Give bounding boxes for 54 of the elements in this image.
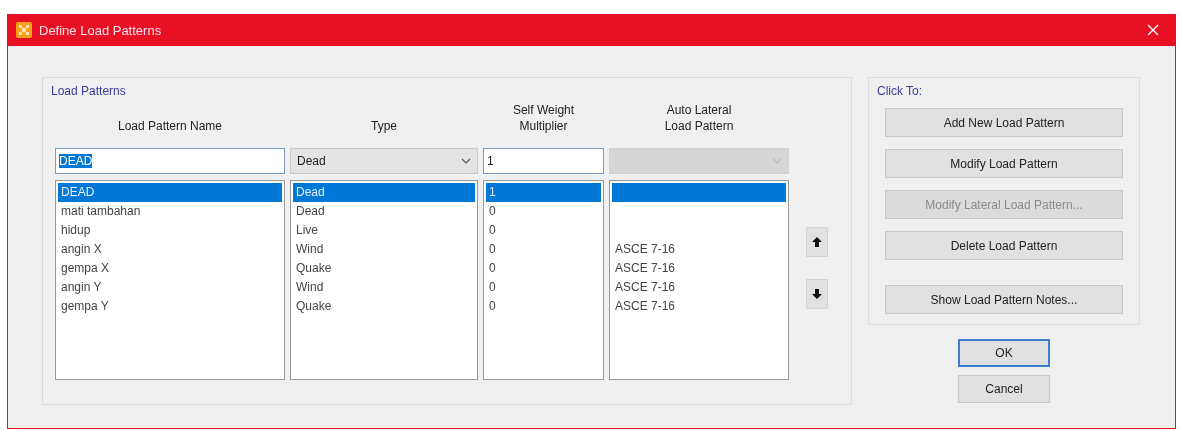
move-down-button[interactable] xyxy=(806,279,828,309)
multiplier-field[interactable]: 1 xyxy=(483,148,604,174)
ok-button[interactable]: OK xyxy=(958,339,1050,367)
name-field[interactable]: DEAD xyxy=(55,148,285,174)
action-button[interactable]: Add New Load Pattern xyxy=(885,108,1123,137)
group-title: Load Patterns xyxy=(50,83,127,98)
list-item[interactable]: Quake xyxy=(293,259,475,278)
close-icon xyxy=(1147,24,1159,36)
list-item[interactable]: 0 xyxy=(486,259,601,278)
multiplier-list[interactable]: 1 0 0 0 0 0 0 xyxy=(483,180,604,380)
list-item[interactable]: DEAD xyxy=(58,183,282,202)
action-button[interactable]: Delete Load Pattern xyxy=(885,231,1123,260)
chevron-down-icon xyxy=(772,158,782,164)
list-item[interactable]: ASCE 7-16 xyxy=(612,278,786,297)
cancel-button[interactable]: Cancel xyxy=(958,375,1050,403)
list-item[interactable]: 0 xyxy=(486,297,601,316)
list-item[interactable]: gempa Y xyxy=(58,297,282,316)
column-header: Auto Lateral Load Pattern xyxy=(663,102,735,134)
move-up-button[interactable] xyxy=(806,227,828,257)
list-item[interactable]: Dead xyxy=(293,183,475,202)
column-header: Load Pattern Name xyxy=(117,118,223,134)
list-item[interactable]: hidup xyxy=(58,221,282,240)
column-header: Type xyxy=(371,118,397,134)
action-button[interactable]: Modify Load Pattern xyxy=(885,149,1123,178)
type-list[interactable]: Dead Dead Live Wind Quake Wind Quake xyxy=(290,180,478,380)
window-title: Define Load Patterns xyxy=(39,22,162,38)
list-item[interactable]: mati tambahan xyxy=(58,202,282,221)
list-item[interactable]: Wind xyxy=(293,240,475,259)
list-item[interactable]: angin X xyxy=(58,240,282,259)
name-list[interactable]: DEAD mati tambahan hidup angin X gempa X angin Y gempa Y xyxy=(55,180,285,380)
group-title: Click To: xyxy=(876,83,924,98)
list-item[interactable]: 0 xyxy=(486,240,601,259)
arrow-down-icon xyxy=(812,289,822,299)
list-item[interactable]: 1 xyxy=(486,183,601,202)
column-header: Self Weight Multiplier xyxy=(511,102,576,134)
list-item[interactable]: gempa X xyxy=(58,259,282,278)
list-item[interactable]: ASCE 7-16 xyxy=(612,297,786,316)
app-icon xyxy=(16,22,32,38)
list-item[interactable]: 0 xyxy=(486,202,601,221)
list-item[interactable]: 0 xyxy=(486,221,601,240)
list-item[interactable]: Quake xyxy=(293,297,475,316)
list-item[interactable]: Wind xyxy=(293,278,475,297)
list-item[interactable]: Live xyxy=(293,221,475,240)
selection-highlight[interactable] xyxy=(612,183,786,202)
type-dropdown[interactable]: Dead xyxy=(290,148,478,174)
arrow-up-icon xyxy=(812,237,822,247)
action-button[interactable]: Show Load Pattern Notes... xyxy=(885,285,1123,314)
list-item[interactable]: ASCE 7-16 xyxy=(612,240,786,259)
chevron-down-icon xyxy=(461,158,471,164)
list-item[interactable]: 0 xyxy=(486,278,601,297)
list-item[interactable]: ASCE 7-16 xyxy=(612,259,786,278)
auto-lateral-list[interactable]: ASCE 7-16 ASCE 7-16 ASCE 7-16 ASCE 7-16 xyxy=(609,180,789,380)
list-item[interactable]: angin Y xyxy=(58,278,282,297)
list-item[interactable]: Dead xyxy=(293,202,475,221)
